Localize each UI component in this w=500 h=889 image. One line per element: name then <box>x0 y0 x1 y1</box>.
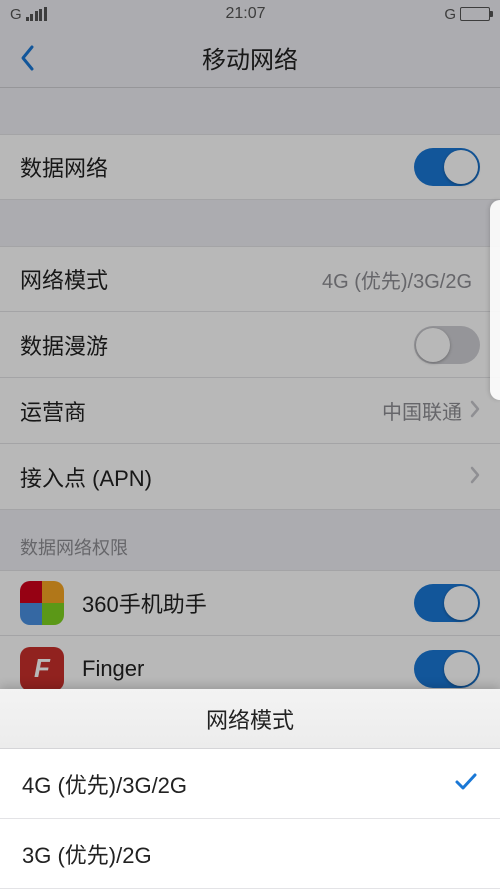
sheet-title: 网络模式 <box>0 689 500 749</box>
sheet-option-4g[interactable]: 4G (优先)/3G/2G <box>0 749 500 819</box>
sheet-option-3g-label: 3G (优先)/2G <box>22 838 152 870</box>
checkmark-icon <box>454 771 478 797</box>
sheet-option-3g[interactable]: 3G (优先)/2G <box>0 819 500 889</box>
edge-grabber[interactable] <box>490 200 500 400</box>
sheet-option-4g-label: 4G (优先)/3G/2G <box>22 768 187 800</box>
network-mode-sheet: 网络模式 4G (优先)/3G/2G 3G (优先)/2G <box>0 689 500 889</box>
